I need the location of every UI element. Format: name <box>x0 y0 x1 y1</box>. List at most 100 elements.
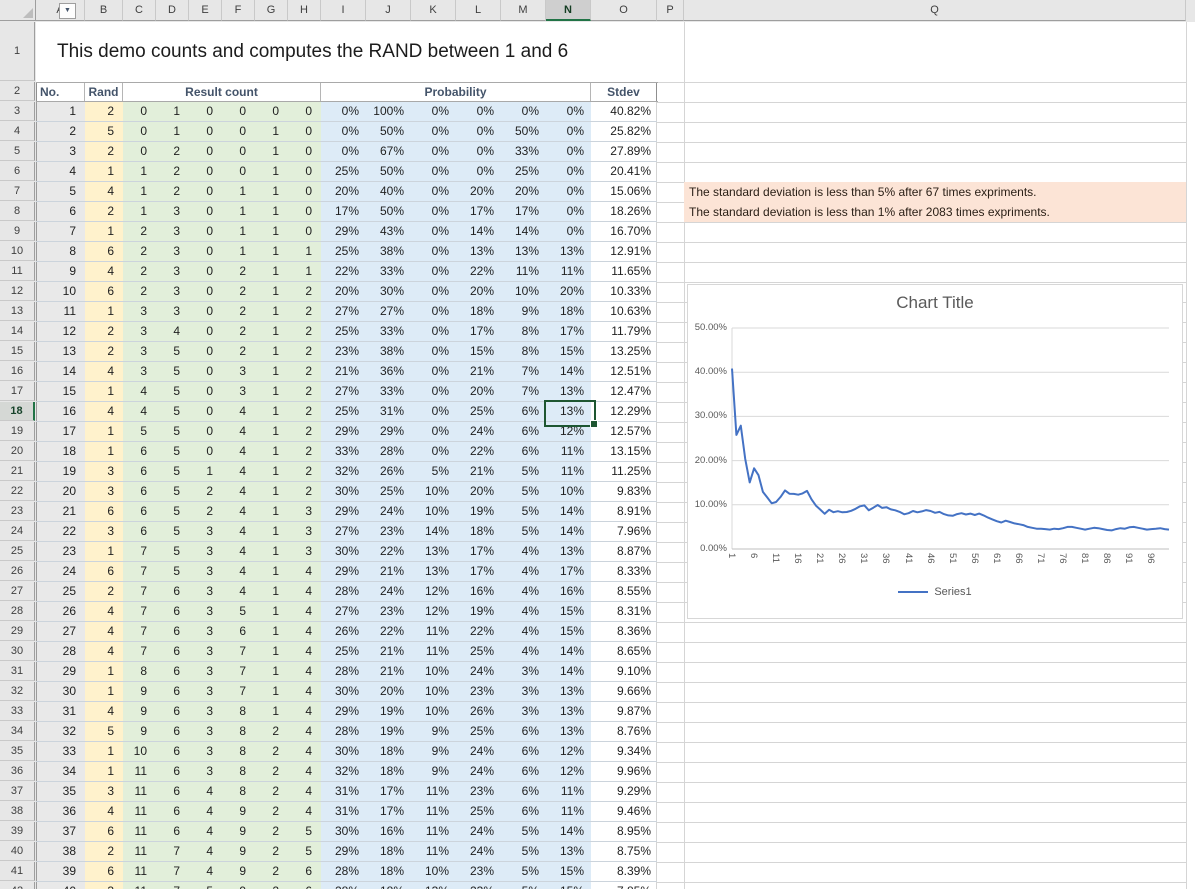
cell-stdev[interactable]: 20.41% <box>591 162 657 181</box>
cell-probability[interactable]: 10% <box>411 702 456 721</box>
cell-rand[interactable]: 6 <box>85 242 123 261</box>
cell-result-count[interactable]: 2 <box>288 342 321 361</box>
cell-probability[interactable]: 26% <box>456 702 501 721</box>
cell-probability[interactable]: 13% <box>546 382 591 401</box>
cell-result-count[interactable]: 0 <box>189 102 222 121</box>
cell-stdev[interactable]: 8.39% <box>591 862 657 881</box>
cell-result-count[interactable]: 1 <box>156 122 189 141</box>
cell-probability[interactable]: 14% <box>546 822 591 841</box>
cell-rand[interactable]: 5 <box>85 122 123 141</box>
cell-stdev[interactable]: 9.46% <box>591 802 657 821</box>
cell-probability[interactable]: 24% <box>456 422 501 441</box>
cell-probability[interactable]: 29% <box>321 702 366 721</box>
cell-probability[interactable]: 11% <box>411 622 456 641</box>
cell-probability[interactable]: 29% <box>366 422 411 441</box>
cell-probability[interactable]: 0% <box>456 162 501 181</box>
row-header-6[interactable]: 6 <box>0 162 35 181</box>
cell-probability[interactable]: 14% <box>546 362 591 381</box>
cell-result-count[interactable]: 1 <box>255 522 288 541</box>
cell-result-count[interactable]: 4 <box>288 642 321 661</box>
cell-rand[interactable]: 3 <box>85 482 123 501</box>
cell-rand[interactable]: 4 <box>85 702 123 721</box>
cell-result-count[interactable]: 1 <box>255 502 288 521</box>
cell-result-count[interactable]: 5 <box>156 362 189 381</box>
cell-result-count[interactable]: 5 <box>156 522 189 541</box>
cell-result-count[interactable]: 1 <box>255 442 288 461</box>
cell-result-count[interactable]: 1 <box>123 162 156 181</box>
cell-probability[interactable]: 0% <box>411 182 456 201</box>
cell-result-count[interactable]: 3 <box>189 642 222 661</box>
cell-probability[interactable]: 0% <box>321 122 366 141</box>
cell-probability[interactable]: 27% <box>321 302 366 321</box>
cell-probability[interactable]: 0% <box>411 102 456 121</box>
cell-probability[interactable]: 0% <box>456 122 501 141</box>
cell-result-count[interactable]: 2 <box>189 502 222 521</box>
cell-result-count[interactable]: 9 <box>123 682 156 701</box>
cell-result-count[interactable]: 3 <box>288 522 321 541</box>
cell-rand[interactable]: 4 <box>85 642 123 661</box>
cell-result-count[interactable]: 7 <box>156 842 189 861</box>
cell-stdev[interactable]: 11.25% <box>591 462 657 481</box>
cell-probability[interactable]: 24% <box>456 762 501 781</box>
cell-probability[interactable]: 24% <box>366 502 411 521</box>
cell-no[interactable]: 32 <box>36 722 85 741</box>
cell-result-count[interactable]: 0 <box>189 302 222 321</box>
cell-result-count[interactable]: 11 <box>123 802 156 821</box>
cell-result-count[interactable]: 6 <box>123 462 156 481</box>
cell-result-count[interactable]: 5 <box>288 842 321 861</box>
cell-result-count[interactable]: 1 <box>288 242 321 261</box>
column-header-o[interactable]: O <box>591 0 657 21</box>
header-rand[interactable]: Rand <box>85 83 123 101</box>
cell-probability[interactable]: 12% <box>411 602 456 621</box>
cell-probability[interactable]: 0% <box>411 402 456 421</box>
cell-result-count[interactable]: 0 <box>189 222 222 241</box>
cell-no[interactable]: 4 <box>36 162 85 181</box>
cell-no[interactable]: 39 <box>36 862 85 881</box>
cell-result-count[interactable]: 2 <box>255 822 288 841</box>
cell-probability[interactable]: 29% <box>321 222 366 241</box>
row-header-19[interactable]: 19 <box>0 422 35 441</box>
cell-probability[interactable]: 10% <box>411 482 456 501</box>
cell-result-count[interactable]: 3 <box>189 762 222 781</box>
cell-stdev[interactable]: 12.29% <box>591 402 657 421</box>
cell-probability[interactable]: 50% <box>366 122 411 141</box>
cell-probability[interactable]: 0% <box>321 142 366 161</box>
cell-result-count[interactable]: 2 <box>288 462 321 481</box>
cell-result-count[interactable]: 2 <box>222 302 255 321</box>
cell-no[interactable]: 12 <box>36 322 85 341</box>
cell-result-count[interactable]: 1 <box>255 422 288 441</box>
row-header-8[interactable]: 8 <box>0 202 35 221</box>
cell-probability[interactable]: 33% <box>366 262 411 281</box>
cell-probability[interactable]: 18% <box>366 742 411 761</box>
cell-result-count[interactable]: 1 <box>222 222 255 241</box>
cell-result-count[interactable]: 8 <box>222 782 255 801</box>
cell-rand[interactable]: 6 <box>85 822 123 841</box>
cell-probability[interactable]: 22% <box>456 622 501 641</box>
cell-result-count[interactable]: 3 <box>189 522 222 541</box>
cell-probability[interactable]: 22% <box>456 442 501 461</box>
cell-result-count[interactable]: 1 <box>222 242 255 261</box>
cell-result-count[interactable]: 0 <box>189 202 222 221</box>
cell-stdev[interactable]: 7.85% <box>591 882 657 889</box>
cell-rand[interactable]: 1 <box>85 422 123 441</box>
cell-probability[interactable]: 0% <box>321 102 366 121</box>
row-header-25[interactable]: 25 <box>0 542 35 561</box>
cell-stdev[interactable]: 8.91% <box>591 502 657 521</box>
cell-result-count[interactable]: 3 <box>189 742 222 761</box>
cell-result-count[interactable]: 8 <box>222 722 255 741</box>
cell-result-count[interactable]: 4 <box>156 322 189 341</box>
cell-probability[interactable]: 0% <box>546 182 591 201</box>
cell-result-count[interactable]: 4 <box>288 762 321 781</box>
cell-result-count[interactable]: 3 <box>156 242 189 261</box>
cell-probability[interactable]: 0% <box>411 162 456 181</box>
cell-probability[interactable]: 27% <box>321 522 366 541</box>
cell-probability[interactable]: 23% <box>456 862 501 881</box>
cell-result-count[interactable]: 4 <box>288 582 321 601</box>
cell-result-count[interactable]: 1 <box>255 582 288 601</box>
cell-probability[interactable]: 23% <box>321 342 366 361</box>
cell-probability[interactable]: 23% <box>366 602 411 621</box>
cell-probability[interactable]: 33% <box>366 382 411 401</box>
cell-result-count[interactable]: 5 <box>156 342 189 361</box>
cell-result-count[interactable]: 3 <box>123 362 156 381</box>
row-header-15[interactable]: 15 <box>0 342 35 361</box>
